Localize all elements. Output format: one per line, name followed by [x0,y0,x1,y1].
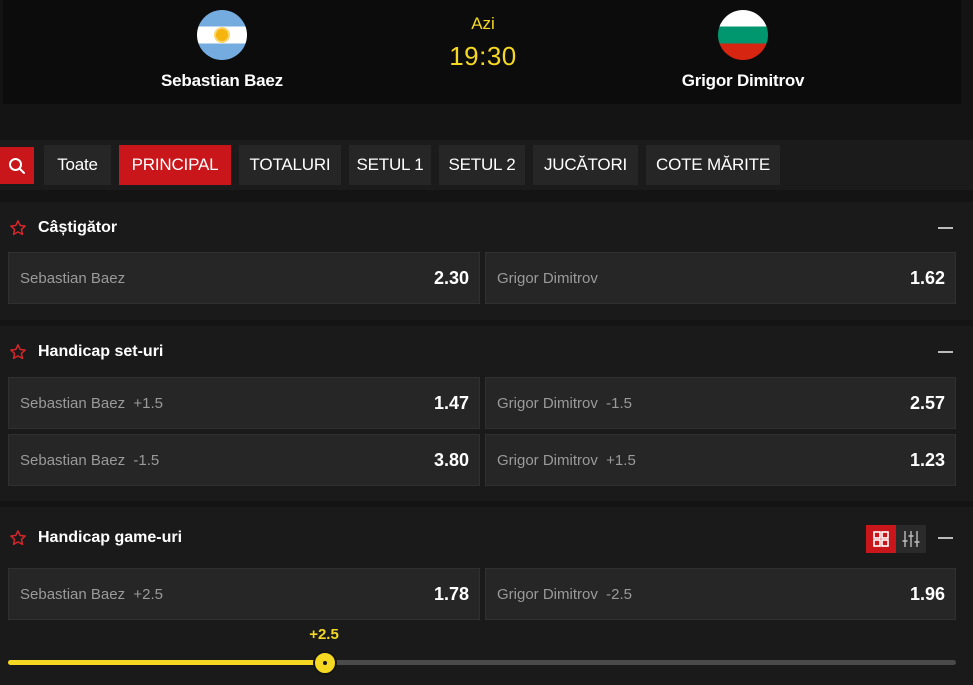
odd-button[interactable]: Sebastian Baez -1.5 3.80 [8,434,480,486]
favorite-star-icon[interactable] [9,343,27,361]
tab-setul-2[interactable]: SETUL 2 [439,145,525,185]
odd-label: Grigor Dimitrov -1.5 [497,394,633,412]
home-team: Sebastian Baez [122,10,322,91]
bulgaria-flag-icon [718,10,768,60]
match-start: Azi 19:30 [423,14,543,72]
market-set-handicap: Handicap set-uri Sebastian Baez +1.5 1.4… [0,326,973,501]
odd-button[interactable]: Grigor Dimitrov +1.5 1.23 [485,434,956,486]
match-day: Azi [471,14,495,33]
odd-label: Grigor Dimitrov -2.5 [497,585,633,603]
market-title: Handicap set-uri [38,343,164,360]
odd-button[interactable]: Grigor Dimitrov -1.5 2.57 [485,377,956,429]
slider-handle[interactable] [312,651,337,675]
slider-value-label: +2.5 [309,626,339,643]
odd-value: 1.62 [909,267,945,288]
odd-label: Grigor Dimitrov [497,269,598,287]
collapse-icon[interactable] [938,227,953,229]
odd-value: 1.47 [433,392,469,413]
tab-cote-marite[interactable]: COTE MĂRITE [646,145,780,185]
tab-setul-1[interactable]: SETUL 1 [349,145,431,185]
odd-button[interactable]: Sebastian Baez +1.5 1.47 [8,377,480,429]
market-title: Handicap game-uri [38,529,183,546]
grid-view-button[interactable] [866,525,896,553]
market-title: Câștigător [38,219,118,236]
collapse-icon[interactable] [938,351,953,353]
odd-value: 2.30 [433,267,469,288]
odd-value: 1.23 [909,449,945,470]
odd-value: 3.80 [433,449,469,470]
handicap-slider-track[interactable] [8,660,956,665]
odd-value: 1.78 [433,583,469,604]
away-team-name: Grigor Dimitrov [681,71,805,90]
odd-label: Sebastian Baez -1.5 [20,451,160,469]
odd-button[interactable]: Sebastian Baez 2.30 [8,252,480,304]
grid-view-icon [873,531,889,547]
match-time: 19:30 [449,41,517,71]
odd-label: Sebastian Baez [20,269,126,287]
tab-totaluri[interactable]: TOTALURI [239,145,341,185]
odd-button[interactable]: Grigor Dimitrov -2.5 1.96 [485,568,956,620]
slider-fill [8,660,325,665]
market-game-handicap: Handicap game-uri Sebastian Baez +2.5 1.… [0,507,973,685]
odd-label: Sebastian Baez +2.5 [20,585,164,603]
argentina-flag-icon [197,10,247,60]
collapse-icon[interactable] [938,537,953,539]
favorite-star-icon[interactable] [9,529,27,547]
odd-value: 2.57 [909,392,945,413]
tab-toate[interactable]: Toate [44,145,111,185]
tab-jucatori[interactable]: JUCĂTORI [533,145,638,185]
odd-button[interactable]: Sebastian Baez +2.5 1.78 [8,568,480,620]
odd-label: Grigor Dimitrov +1.5 [497,451,636,469]
favorite-star-icon[interactable] [9,219,27,237]
odd-label: Sebastian Baez +1.5 [20,394,164,412]
match-header: Sebastian Baez Azi 19:30 Grigor Dimitrov [3,0,961,104]
search-icon [9,157,25,174]
home-team-name: Sebastian Baez [161,71,283,90]
slider-view-button[interactable] [896,525,926,553]
away-team: Grigor Dimitrov [643,10,843,91]
tab-principal[interactable]: PRINCIPAL [119,145,231,185]
market-winner: Câștigător Sebastian Baez 2.30 Grigor Di… [0,202,973,320]
odd-value: 1.96 [909,583,945,604]
search-button[interactable] [0,147,34,184]
odd-button[interactable]: Grigor Dimitrov 1.62 [485,252,956,304]
sliders-icon [902,531,920,547]
